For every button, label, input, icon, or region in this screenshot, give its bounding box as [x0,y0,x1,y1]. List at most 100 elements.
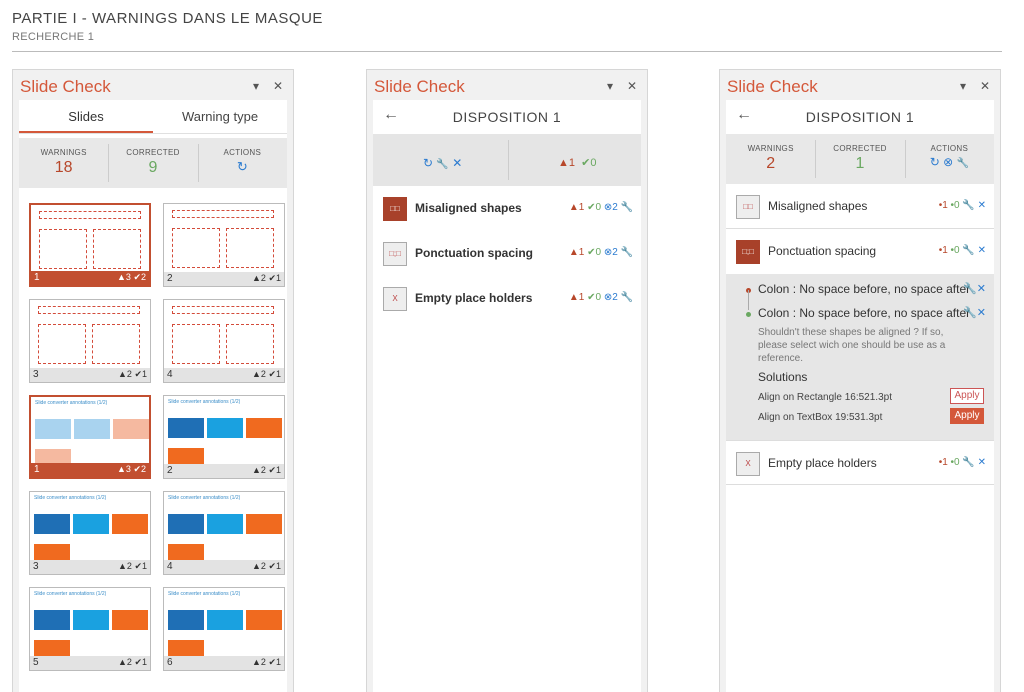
warning-count: 2 [260,465,266,475]
panel-body: ← DISPOSITION 1 WARNINGS 2 CORRECTED 1 A… [726,100,994,692]
slide-block [168,418,204,438]
fix-count: 2 [612,202,618,213]
x-icon[interactable]: ✕ [977,307,986,319]
slide-thumbnail[interactable]: Slide converter annotations (1/2) 3 ▲2 ✔1 [29,491,151,575]
warning-type-item[interactable]: □;□ Ponctuation spacing ▲1 ✔0 ⊗2 🔧 [373,231,641,276]
wrench-icon[interactable]: 🔧 [436,159,448,170]
panel-disposition-detail: Slide Check ▾ ✕ ← DISPOSITION 1 WARNINGS… [719,69,1001,692]
wrench-icon[interactable]: 🔧 [621,202,633,213]
slide-thumbnail[interactable]: Slide converter annotations (1/2) 1 ▲3 ✔2 [29,395,151,479]
wrench-icon[interactable]: 🔧 [962,200,974,211]
slide-block [34,544,70,560]
punctuation-icon: □;□ [736,240,760,264]
close-icon[interactable]: ✕ [273,79,283,93]
item-counts: ▲1 ✔0 ⊗2 🔧 [569,247,633,258]
warning-type-item[interactable]: X Empty place holders •1 •0 🔧 ✕ [726,440,994,485]
check-count: 0 [595,292,602,303]
x-circle-icon: ⊗ [603,292,613,303]
item-counts: •1 •0 🔧 ✕ [938,200,986,211]
slide-thumbnail[interactable]: Slide converter annotations (1/2) 6 ▲2 ✔1 [163,587,285,671]
slide-number: 2 [167,273,173,284]
tab-slides[interactable]: Slides [19,100,153,133]
x-icon[interactable]: ✕ [978,245,986,256]
row-tools: 🔧✕ [963,306,986,319]
check-count: 1 [275,273,281,283]
apply-button[interactable]: Apply [950,388,984,404]
warning-type-item[interactable]: X Empty place holders ▲1 ✔0 ⊗2 🔧 [373,276,641,321]
content-placeholder [92,324,140,364]
row-tools: 🔧✕ [963,282,986,295]
warning-icon: ▲ [251,657,261,667]
slide-thumbnail[interactable]: Slide converter annotations (1/2) 4 ▲2 ✔1 [163,491,285,575]
item-label: Misaligned shapes [415,201,522,215]
slide-counts: ▲2 ✔1 [118,561,147,572]
dropdown-icon[interactable]: ▾ [607,79,613,93]
slide-block [112,610,148,630]
tab-warning-type[interactable]: Warning type [153,100,287,133]
item-counts: ▲1 ✔0 ⊗2 🔧 [569,292,633,303]
check-count: 1 [141,657,147,667]
check-icon: ✔ [134,561,142,571]
slide-thumbnail[interactable]: 2 ▲2 ✔1 [163,203,285,287]
slide-number: 6 [167,657,173,668]
slide-number: 4 [167,561,173,572]
wrench-icon[interactable]: 🔧 [962,457,974,468]
dropdown-icon[interactable]: ▾ [253,79,259,93]
refresh-icon[interactable]: ↻ [930,155,940,169]
wrench-icon[interactable]: 🔧 [963,307,977,319]
action-icons: ↻ 🔧 ✕ [423,156,462,170]
wrench-icon[interactable]: 🔧 [957,158,969,169]
warning-count: 2 [260,657,266,667]
x-circle-icon[interactable]: ⊗ [943,155,953,169]
slide-number: 1 [34,464,40,475]
x-icon[interactable]: ✕ [978,457,986,468]
title-placeholder [38,306,140,314]
x-circle-icon: ⊗ [603,247,613,258]
slide-mini-title: Slide converter annotations (1/2) [168,495,241,501]
stat-label: CORRECTED [833,144,887,153]
action-icons: ↻ ⊗ 🔧 [905,155,994,169]
warning-type-item[interactable]: □□ Misaligned shapes ▲1 ✔0 ⊗2 🔧 [373,186,641,231]
check-count: 2 [140,464,146,474]
content-placeholder [93,229,141,269]
warning-type-item[interactable]: □□ Misaligned shapes •1 •0 🔧 ✕ [726,184,994,229]
apply-button[interactable]: Apply [950,408,984,424]
wrench-icon[interactable]: 🔧 [962,245,974,256]
slide-mini-title: Slide converter annotations (1/2) [168,591,241,597]
slide-number: 5 [33,657,39,668]
slide-block [168,448,204,464]
item-counts: •1 •0 🔧 ✕ [938,457,986,468]
wrench-icon[interactable]: 🔧 [621,292,633,303]
warning-type-item[interactable]: □;□ Ponctuation spacing •1 •0 🔧 ✕ [726,229,994,274]
slide-counts: ▲2 ✔1 [252,273,281,284]
slide-thumbnail[interactable]: Slide converter annotations (1/2) 5 ▲2 ✔1 [29,587,151,671]
panel-body: Slides Warning type WARNINGS 18 CORRECTE… [19,100,287,692]
slide-thumbnail[interactable]: 4 ▲2 ✔1 [163,299,285,383]
wrench-icon[interactable]: 🔧 [963,283,977,295]
slide-thumbnail[interactable]: 3 ▲2 ✔1 [29,299,151,383]
stats-bar: WARNINGS 18 CORRECTED 9 ACTIONS ↻ [19,138,287,188]
refresh-icon[interactable]: ↻ [198,159,287,175]
slide-mini-title: Slide converter annotations (1/2) [168,399,241,405]
panel-slides: Slide Check ▾ ✕ Slides Warning type WARN… [12,69,294,692]
close-icon[interactable]: ✕ [627,79,637,93]
check-count: 1 [275,465,281,475]
refresh-icon[interactable]: ↻ [423,156,433,170]
header-divider [12,51,1002,52]
check-icon: ✔ [134,657,142,667]
thumbnail-status-bar: 3 ▲2 ✔1 [30,560,150,574]
slide-thumbnail[interactable]: Slide converter annotations (1/2) 2 ▲2 ✔1 [163,395,285,479]
x-icon[interactable]: ✕ [977,283,986,295]
wrench-icon[interactable]: 🔧 [621,247,633,258]
slide-thumbnail[interactable]: 1 ▲3 ✔2 [29,203,151,287]
content-placeholder [39,229,87,269]
nav-title: DISPOSITION 1 [805,109,915,125]
x-icon[interactable]: ✕ [978,200,986,211]
check-count: 1 [275,369,281,379]
stat-label: WARNINGS [747,144,794,153]
warning-icon: ▲ [117,561,127,571]
close-icon[interactable]: ✕ [980,79,990,93]
dropdown-icon[interactable]: ▾ [960,79,966,93]
title-placeholder [172,306,274,314]
x-icon[interactable]: ✕ [452,156,462,170]
